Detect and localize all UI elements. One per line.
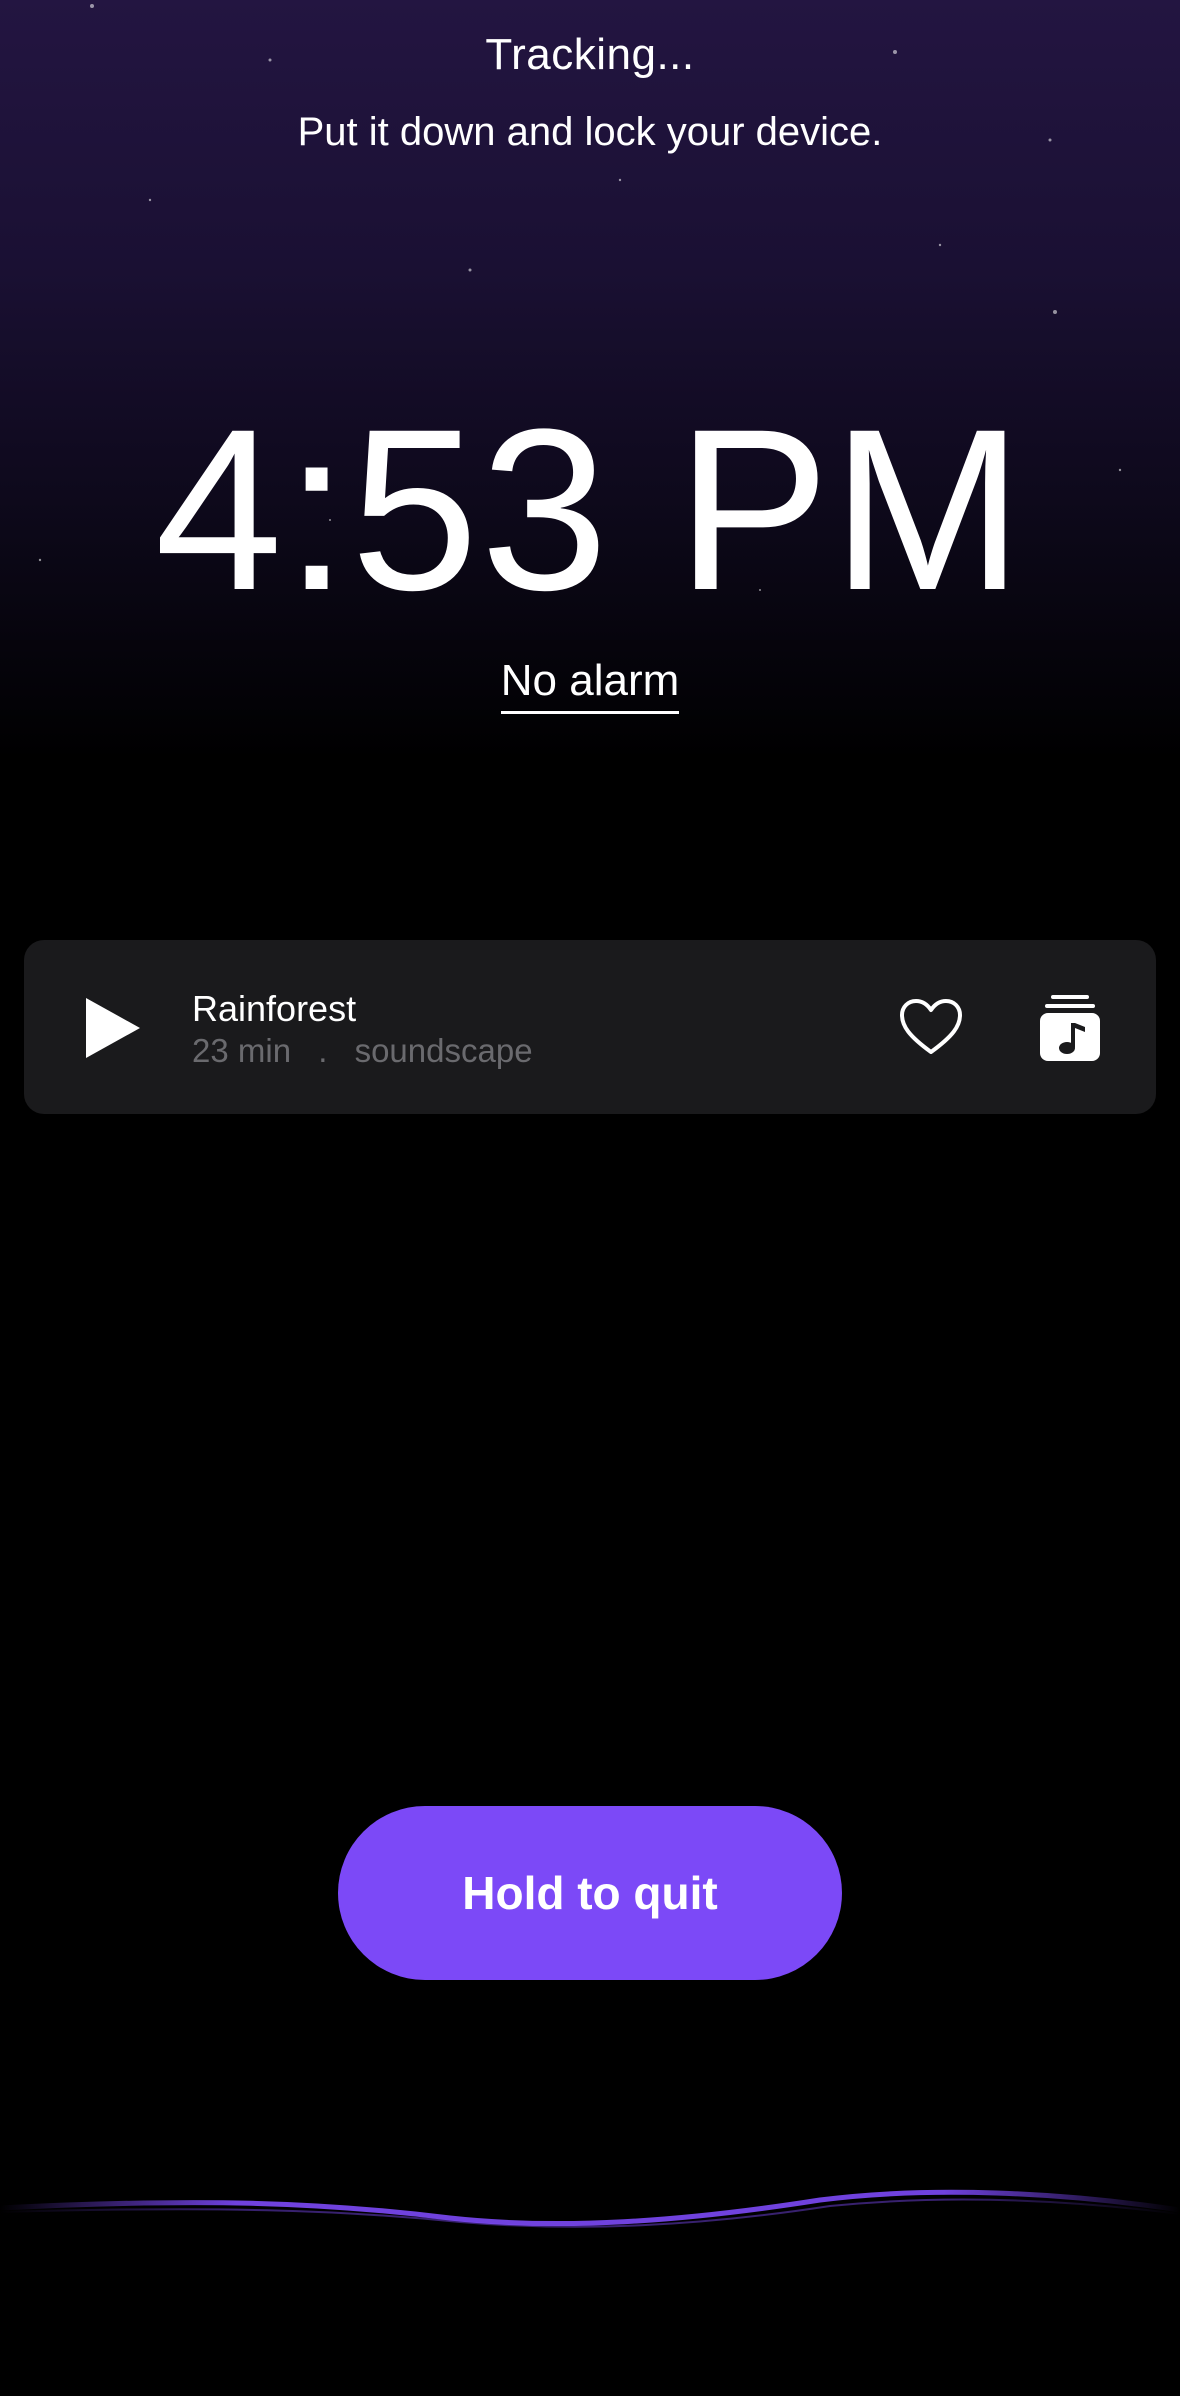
- play-button[interactable]: [72, 988, 152, 1068]
- play-icon: [86, 998, 140, 1058]
- track-meta: 23 min . soundscape: [192, 1032, 533, 1070]
- heart-icon: [900, 999, 962, 1054]
- alarm-setting: No alarm: [0, 656, 1180, 714]
- music-playlist-icon: [1040, 995, 1100, 1061]
- meta-separator: .: [318, 1032, 328, 1069]
- favorite-button[interactable]: [896, 992, 966, 1062]
- tracking-status-title: Tracking...: [485, 30, 695, 79]
- track-duration: 23 min: [192, 1032, 292, 1069]
- track-title: Rainforest: [192, 988, 357, 1029]
- playlist-button[interactable]: [1034, 990, 1106, 1066]
- sound-wave-decoration: [0, 2189, 1180, 2228]
- track-category: soundscape: [354, 1032, 533, 1069]
- alarm-link[interactable]: No alarm: [500, 656, 680, 714]
- hold-to-quit-button[interactable]: Hold to quit: [338, 1806, 842, 1980]
- soundscape-player-card: Rainforest 23 min . soundscape: [24, 940, 1156, 1114]
- current-time: 4:53 PM: [154, 381, 1026, 638]
- tracking-instruction: Put it down and lock your device.: [297, 110, 883, 154]
